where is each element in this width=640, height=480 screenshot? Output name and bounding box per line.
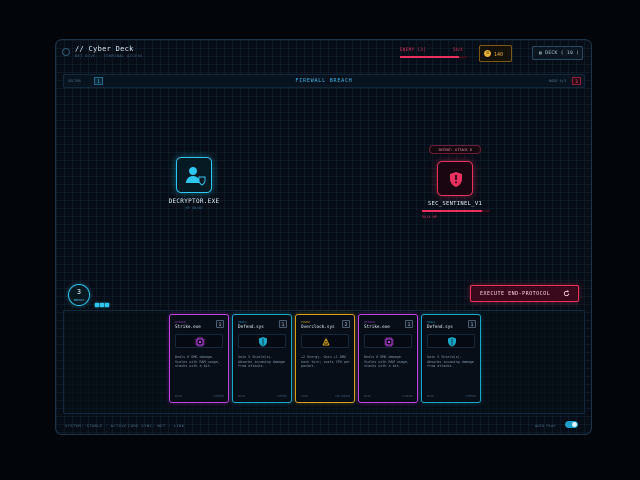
coin-icon: ¤ [484,50,491,57]
card-rarity: BASE [364,394,372,398]
player-status: HP 40/40 [185,206,203,210]
energy-pip [95,303,99,307]
logo-icon [62,48,70,56]
refresh-icon [563,290,570,297]
energy-pip [105,303,109,307]
encounter-title: FIREWALL BREACH [295,78,353,84]
enemy-hp-bar [400,56,467,58]
autoplay-toggle[interactable] [565,421,578,428]
hand-card[interactable]: SKILL Defend.sys 1 Gain 5 Shield(s). Abs… [232,314,292,403]
player-name: DECRYPTOR.EXE [168,198,220,205]
energy-pip [100,303,104,307]
shield-alert-icon [450,172,462,187]
card-rarity: BASE [238,394,246,398]
card-description: Gain 5 Shield(s). Absorbs incoming damag… [427,355,474,368]
card-rarity: BASE [175,394,183,398]
autoplay-label: AUTO PLAY [535,423,556,428]
card-art [175,334,223,348]
card-tier: COMMON [213,394,224,398]
card-name: Overclock.sys [301,325,335,330]
execute-label: EXECUTE END-PROTOCOL [480,291,551,297]
enemy-intent-badge: INTENT: ATTACK 8 [429,145,481,154]
card-art [301,334,349,348]
card-type: SKILL [238,320,248,324]
card-cost: 1 [216,320,224,328]
core-sync-status: CORE SYNC: NET · LINK [128,423,185,428]
node-counter: 3 [572,77,581,85]
footer-divider: | [119,422,122,427]
card-name: Strike.exe [364,325,390,330]
credits-value: 140 [494,52,504,58]
card-description: +2 Energy. Gain +1 DMG each turn; costs … [301,355,350,368]
game-frame: // Cyber Deck NET DIVE · TERMINAL ACCESS… [55,39,592,435]
card-description: Deals 6 DMG damage. Scales with RAM usag… [364,355,409,368]
hand-card[interactable]: SKILL Defend.sys 1 Gain 5 Shield(s). Abs… [421,314,481,403]
enemy-count-label: ENEMY [3] [400,47,427,52]
card-type: POWER [301,320,311,324]
card-tier: COMMON [402,394,413,398]
execute-end-turn-button[interactable]: EXECUTE END-PROTOCOL [470,285,579,302]
card-description: Gain 5 Shield(s). Absorbs incoming damag… [238,355,285,368]
card-rarity: BASE [427,394,435,398]
card-art [364,334,412,348]
energy-value: 3 [76,288,82,296]
card-tier: COMMON [465,394,476,398]
header: // Cyber Deck NET DIVE · TERMINAL ACCESS… [56,40,591,68]
card-description: Deals 6 DMG damage. Scales with RAM usag… [175,355,220,368]
card-type: ATTACK [364,320,375,324]
encounter-band: SECTOR 1 FIREWALL BREACH NODE 0/3 3 [63,74,585,88]
card-type: ATTACK [175,320,186,324]
card-cost: 1 [405,320,413,328]
card-tier: COMMON [276,394,287,398]
enemy-hp-value: 54/4 [453,47,463,52]
card-rarity: RARE [301,394,309,398]
node-label: NODE 0/3 [549,79,566,83]
enemy-avatar[interactable] [437,161,473,196]
hand-card[interactable]: ATTACK Strike.exe 1 Deals 6 DMG damage. … [169,314,229,403]
card-name: Defend.sys [427,325,453,330]
card-cost: 2 [342,320,350,328]
hand-card[interactable]: POWER Overclock.sys 2 +2 Energy. Gain +1… [295,314,355,403]
player-avatar[interactable] [176,157,212,193]
card-art [427,334,475,348]
card-cost: 1 [468,320,476,328]
enemy-shield-value: 54/4 HP [422,215,437,219]
user-shield-icon [186,167,206,186]
hand-card[interactable]: ATTACK Strike.exe 1 Deals 6 DMG damage. … [358,314,418,403]
energy-pips [95,292,110,311]
game-title: // Cyber Deck [75,45,134,53]
credits-badge: ¤ 140 [479,45,512,62]
toggle-knob [572,422,577,427]
system-status: SYSTEM: STABLE · ACTIVE [65,423,127,428]
card-type: SKILL [427,320,437,324]
card-tier: UNCOMMON [335,394,350,398]
deck-button[interactable]: ▤ DECK ( 10 ) [532,46,583,60]
energy-orb: 3 ENERGY [68,284,90,306]
game-subtitle: NET DIVE · TERMINAL ACCESS [75,54,143,58]
enemy-health-bar [422,210,490,212]
enemy-name: SEC_SENTINEL_V1 [427,201,483,207]
card-art [238,334,286,348]
card-name: Strike.exe [175,325,201,330]
card-cost: 1 [279,320,287,328]
energy-label: ENERGY [73,298,85,302]
card-name: Defend.sys [238,325,264,330]
